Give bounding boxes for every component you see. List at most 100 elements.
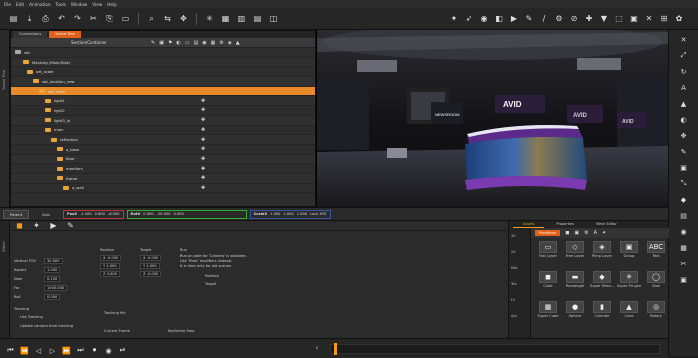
rot-z-value[interactable]: 0.000 bbox=[173, 212, 183, 216]
new-icon[interactable]: ▤ bbox=[8, 13, 19, 24]
target-z-field[interactable]: Z -0.000 bbox=[140, 271, 162, 277]
tab-properties[interactable]: Properties bbox=[546, 221, 584, 228]
library-item[interactable]: ▲ Cone bbox=[616, 301, 642, 323]
use-tracking-checkbox[interactable]: Use Tracking bbox=[20, 315, 43, 319]
camera-icon[interactable]: ◫ bbox=[268, 13, 279, 24]
toolbar-tool-icon[interactable]: ✎ bbox=[524, 13, 534, 24]
column-icon[interactable]: ▭ bbox=[185, 40, 190, 46]
transform-icon[interactable]: ✥ bbox=[201, 156, 205, 162]
position-y-field[interactable]: Y 1.000 bbox=[100, 263, 120, 269]
light-category-icon[interactable]: ✦ bbox=[602, 230, 606, 236]
rotate-icon[interactable]: ✳ bbox=[204, 13, 215, 24]
toolbar-tool-icon[interactable]: ⊘ bbox=[569, 13, 579, 24]
wand-icon[interactable]: ✎ bbox=[65, 220, 76, 231]
search-icon[interactable]: ⌕ bbox=[146, 13, 157, 24]
save-icon[interactable]: ⎙ bbox=[40, 13, 51, 24]
tree-row[interactable]: Masking (Main/Side) bbox=[11, 57, 315, 68]
open-icon[interactable]: ⤓ bbox=[24, 13, 35, 24]
pos-x-value[interactable]: -1.400 bbox=[80, 212, 92, 216]
playback-icon[interactable]: ⏩ bbox=[62, 345, 71, 356]
tree-row[interactable]: light2 ✥ bbox=[11, 106, 315, 116]
cut-icon[interactable]: ✂ bbox=[88, 13, 99, 24]
playback-icon[interactable]: ⏯ bbox=[118, 345, 127, 356]
grid-icon[interactable]: ▦ bbox=[220, 13, 231, 24]
tree-row[interactable]: set bbox=[11, 48, 315, 58]
position-fields[interactable]: PosX -1.400 0.800 -8.500 bbox=[63, 209, 124, 219]
tree-row[interactable]: set_main bbox=[11, 86, 315, 97]
menu-help[interactable]: Help bbox=[107, 2, 117, 7]
transform-icon[interactable]: ✥ bbox=[201, 107, 205, 113]
transform-icon[interactable]: ✥ bbox=[201, 127, 205, 133]
undo-icon[interactable]: ↶ bbox=[56, 13, 67, 24]
side-tool-icon[interactable]: ▲ bbox=[678, 98, 689, 109]
side-tool-icon[interactable]: ◆ bbox=[678, 194, 689, 205]
toolbar-tool-icon[interactable]: ✚ bbox=[584, 13, 594, 24]
playhead[interactable] bbox=[334, 343, 337, 355]
library-item[interactable]: ▬ Rectangle bbox=[562, 271, 588, 293]
far-field[interactable]: 1000.000 bbox=[44, 285, 68, 291]
cube-category-icon[interactable]: ◼ bbox=[565, 230, 569, 236]
transform-icon[interactable]: ✥ bbox=[201, 146, 205, 152]
transform-icon[interactable]: ✥ bbox=[201, 137, 205, 143]
rot-x-value[interactable]: 0.000 bbox=[143, 212, 153, 216]
column-icon[interactable]: ✎ bbox=[151, 40, 155, 46]
column-icon[interactable]: ▣ bbox=[159, 40, 164, 46]
menu-window[interactable]: Window bbox=[71, 2, 88, 7]
tab-mesh-editor[interactable]: Mesh Editor bbox=[586, 221, 627, 228]
library-item[interactable]: ◼ Cube bbox=[535, 271, 561, 293]
toolbar-tool-icon[interactable]: ◧ bbox=[494, 13, 504, 24]
tree-row[interactable]: reflection ✥ bbox=[11, 135, 315, 145]
tree-row[interactable]: monitors ✥ bbox=[11, 164, 315, 174]
toolbar-tool-icon[interactable]: ◉ bbox=[479, 13, 489, 24]
parent-button[interactable]: Parent bbox=[3, 209, 30, 219]
toolbar-tool-icon[interactable]: ✕ bbox=[644, 13, 654, 24]
tree-row[interactable]: a_base ✥ bbox=[11, 145, 315, 155]
tree-row[interactable]: frame ✥ bbox=[11, 173, 315, 184]
paste-icon[interactable]: ▭ bbox=[120, 13, 131, 24]
playback-icon[interactable]: ⏺ bbox=[90, 345, 99, 356]
toolbar-tool-icon[interactable]: ▼ bbox=[599, 13, 609, 24]
toolbar-tool-icon[interactable]: ✦ bbox=[449, 13, 459, 24]
column-icon[interactable]: ◈ bbox=[228, 40, 232, 46]
library-item[interactable]: ◎ Rotary bbox=[643, 301, 669, 323]
library-item[interactable]: ▣ Group bbox=[616, 241, 642, 263]
side-tool-icon[interactable]: A bbox=[678, 82, 689, 93]
column-icon[interactable]: ◉ bbox=[202, 40, 206, 46]
library-side-item[interactable]: Mat bbox=[511, 266, 518, 270]
copy-icon[interactable]: ⎘ bbox=[104, 13, 115, 24]
3d-viewport[interactable]: AVID AVID AVID NEWSROOM bbox=[316, 30, 668, 207]
list-icon[interactable]: ▤ bbox=[252, 13, 263, 24]
library-item[interactable]: ABC Text bbox=[643, 241, 669, 263]
pos-y-value[interactable]: 0.800 bbox=[95, 212, 105, 216]
vertical-fov-field[interactable]: 30.000 bbox=[44, 258, 63, 264]
lock-xyz-toggle[interactable]: Lock XYZ bbox=[310, 212, 326, 216]
timeline-track[interactable] bbox=[330, 344, 660, 354]
column-icon[interactable]: ⚑ bbox=[168, 40, 172, 46]
menu-file[interactable]: File bbox=[4, 2, 11, 7]
tree-row[interactable]: main ✥ bbox=[11, 126, 315, 136]
library-item[interactable]: ◈ Pimp Layer bbox=[589, 241, 615, 263]
side-tool-icon[interactable]: ✂ bbox=[678, 258, 689, 269]
tab-connections[interactable]: Connections bbox=[13, 31, 48, 38]
side-tool-icon[interactable]: ◉ bbox=[678, 226, 689, 237]
tree-row[interactable]: light1 ✥ bbox=[11, 96, 315, 107]
toolbar-tool-icon[interactable]: ✿ bbox=[674, 13, 684, 24]
library-item[interactable]: ✳ Super Pri-gon bbox=[616, 271, 642, 293]
pos-z-value[interactable]: -8.500 bbox=[108, 212, 120, 216]
menu-view[interactable]: View bbox=[92, 2, 102, 7]
toolbar-tool-icon[interactable]: ▶ bbox=[509, 13, 519, 24]
pin-icon[interactable]: ✦ bbox=[31, 220, 42, 231]
scale-x-value[interactable]: 1.000 bbox=[270, 212, 280, 216]
library-side-item[interactable]: Fx bbox=[511, 298, 515, 302]
menu-tools[interactable]: Tools bbox=[55, 2, 65, 7]
scale-y-value[interactable]: 1.000 bbox=[283, 212, 293, 216]
playback-icon[interactable]: ⏭ bbox=[76, 345, 85, 356]
toolbar-tool-icon[interactable]: ⚙ bbox=[554, 13, 564, 24]
transform-icon[interactable]: ✥ bbox=[201, 185, 205, 191]
column-icon[interactable]: ⚙ bbox=[219, 40, 223, 46]
menu-animation[interactable]: Animation bbox=[29, 2, 50, 7]
redo-icon[interactable]: ↷ bbox=[72, 13, 83, 24]
text-category-icon[interactable]: A bbox=[594, 230, 597, 236]
tab-scene-tree[interactable]: Scene Tree bbox=[49, 31, 81, 38]
side-tool-icon[interactable]: ▣ bbox=[678, 274, 689, 285]
